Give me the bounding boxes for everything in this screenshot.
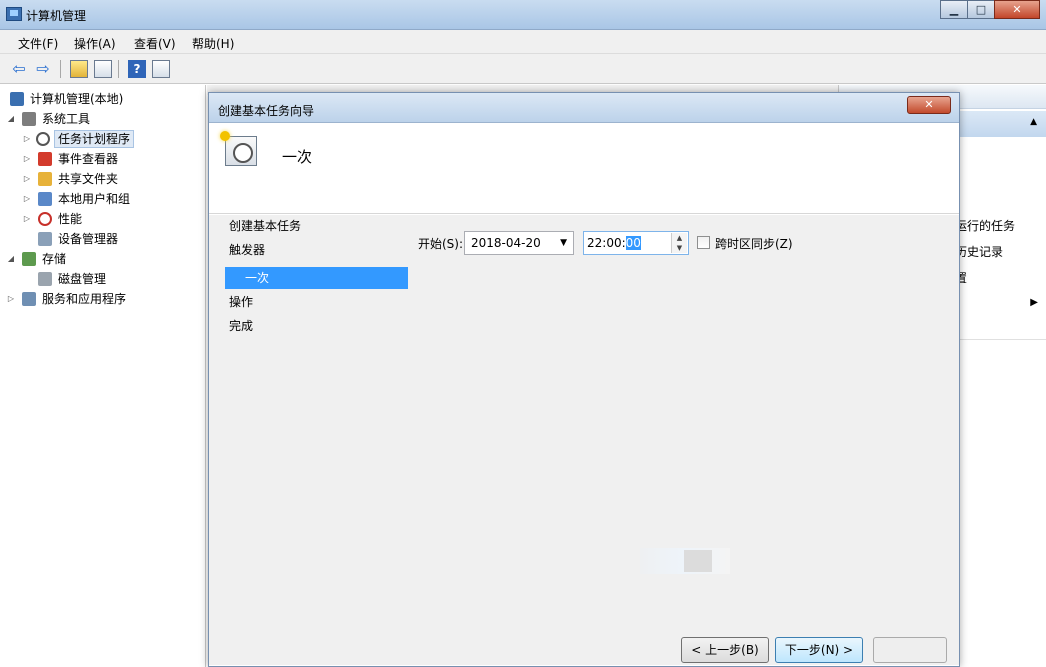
- folder-up-icon[interactable]: [70, 60, 88, 78]
- tree-item-system-tools[interactable]: ◢ 系统工具: [0, 109, 200, 129]
- tree-item-local-users-groups[interactable]: ▷ 本地用户和组: [0, 189, 200, 209]
- tree-item-label: 任务计划程序: [54, 130, 135, 148]
- clock-icon: [36, 132, 50, 146]
- tree-item-task-scheduler[interactable]: ▷ 任务计划程序: [0, 129, 200, 149]
- tree-item-storage[interactable]: ◢ 存储: [0, 249, 200, 269]
- users-icon: [38, 192, 52, 206]
- create-basic-task-wizard: 创建基本任务向导 ✕ 一次 创建基本任务 触发器 一次 操作 完成 开始(S):…: [208, 92, 960, 667]
- task-clock-icon: [220, 131, 257, 166]
- help-icon[interactable]: ?: [128, 60, 146, 78]
- collapse-up-icon[interactable]: ▲: [1030, 117, 1037, 127]
- tree-item-label: 服务和应用程序: [42, 292, 127, 306]
- dialog-titlebar: 创建基本任务向导 ✕: [209, 93, 959, 123]
- computer-management-icon: [6, 7, 22, 21]
- sync-timezone-checkbox[interactable]: [697, 236, 710, 249]
- expand-arrow-icon[interactable]: ▷: [22, 209, 32, 229]
- start-time-input[interactable]: 22:00:00 ▲ ▼: [583, 231, 689, 255]
- action-running-tasks[interactable]: 运行的任务: [955, 217, 1015, 234]
- toolbar-separator: [60, 60, 61, 78]
- expand-arrow-icon[interactable]: ▷: [22, 129, 32, 149]
- window-title: 计算机管理: [26, 9, 87, 23]
- window-controls: ▁ □ ✕: [940, 0, 1040, 19]
- toolbar: ⇦ ⇨ ?: [0, 54, 1046, 84]
- tree-item-label: 设备管理器: [58, 232, 119, 246]
- expand-arrow-icon[interactable]: ▷: [6, 289, 16, 309]
- window-titlebar: 计算机管理 ▁ □ ✕: [0, 0, 1046, 30]
- submenu-arrow-icon[interactable]: ▶: [1030, 297, 1038, 308]
- tree-item-computer-management[interactable]: 计算机管理(本地): [0, 89, 200, 109]
- actions-divider: [955, 339, 1046, 340]
- action-history[interactable]: 历史记录: [955, 243, 1003, 260]
- maximize-button[interactable]: □: [967, 0, 995, 19]
- forward-arrow-icon[interactable]: ⇨: [34, 60, 52, 78]
- step-create-basic-task[interactable]: 创建基本任务: [209, 215, 409, 237]
- obscured-region: [640, 548, 730, 574]
- next-button[interactable]: 下一步(N) >: [775, 637, 863, 663]
- cancel-button[interactable]: [873, 637, 947, 663]
- disk-icon: [38, 272, 52, 286]
- performance-icon: [38, 212, 52, 226]
- tree-item-device-manager[interactable]: 设备管理器: [0, 229, 200, 249]
- tree-item-label: 磁盘管理: [58, 272, 107, 286]
- minimize-button[interactable]: ▁: [940, 0, 968, 19]
- menu-action[interactable]: 操作(A): [74, 35, 116, 52]
- event-viewer-icon: [38, 152, 52, 166]
- wizard-content: 开始(S): 2018-04-20 ▼ 22:00:00 ▲ ▼ 跨时区同步(Z)…: [409, 215, 959, 665]
- dialog-heading: 一次: [282, 148, 313, 166]
- expand-arrow-icon[interactable]: ▷: [22, 189, 32, 209]
- step-action[interactable]: 操作: [209, 291, 409, 313]
- menu-view[interactable]: 查看(V): [134, 35, 176, 52]
- tools-icon: [22, 112, 36, 126]
- menu-help[interactable]: 帮助(H): [192, 35, 234, 52]
- dialog-header: 一次: [209, 124, 959, 214]
- tree-item-disk-management[interactable]: 磁盘管理: [0, 269, 200, 289]
- services-icon: [22, 292, 36, 306]
- step-finish[interactable]: 完成: [209, 315, 409, 337]
- tree-item-label: 存储: [42, 252, 67, 266]
- computer-icon: [10, 92, 24, 106]
- tree-item-label: 事件查看器: [58, 152, 119, 166]
- tree-item-shared-folders[interactable]: ▷ 共享文件夹: [0, 169, 200, 189]
- start-date-value: 2018-04-20: [471, 236, 541, 250]
- show-action-pane-icon[interactable]: [152, 60, 170, 78]
- expand-arrow-icon[interactable]: ▷: [22, 169, 32, 189]
- tree-item-label: 本地用户和组: [58, 192, 131, 206]
- collapse-arrow-icon[interactable]: ◢: [6, 249, 16, 269]
- time-prefix: 22:00:: [587, 236, 626, 250]
- tree-item-label: 共享文件夹: [58, 172, 119, 186]
- wizard-steps: 创建基本任务 触发器 一次 操作 完成: [209, 215, 409, 665]
- toolbar-separator: [118, 60, 119, 78]
- device-manager-icon: [38, 232, 52, 246]
- menu-bar: 文件(F) 操作(A) 查看(V) 帮助(H): [0, 30, 1046, 54]
- start-date-picker[interactable]: 2018-04-20 ▼: [464, 231, 574, 255]
- dialog-close-button[interactable]: ✕: [907, 96, 951, 114]
- tree-item-label: 性能: [58, 212, 83, 226]
- show-hide-tree-icon[interactable]: [94, 60, 112, 78]
- tree-item-label: 计算机管理(本地): [30, 92, 124, 106]
- step-one-time[interactable]: 一次: [225, 267, 408, 289]
- tree-item-label: 系统工具: [42, 112, 91, 126]
- expand-arrow-icon[interactable]: ▷: [22, 149, 32, 169]
- back-button[interactable]: < 上一步(B): [681, 637, 769, 663]
- tree-item-services-applications[interactable]: ▷ 服务和应用程序: [0, 289, 200, 309]
- collapse-arrow-icon[interactable]: ◢: [6, 109, 16, 129]
- dialog-title: 创建基本任务向导: [218, 104, 315, 118]
- navigation-tree: 计算机管理(本地) ◢ 系统工具 ▷ 任务计划程序 ▷ 事件查看器 ▷ 共享文件…: [0, 85, 206, 667]
- start-label: 开始(S):: [418, 237, 464, 251]
- tree-item-event-viewer[interactable]: ▷ 事件查看器: [0, 149, 200, 169]
- sync-timezone-label: 跨时区同步(Z): [715, 237, 793, 251]
- time-spinner[interactable]: ▲ ▼: [671, 233, 687, 253]
- menu-file[interactable]: 文件(F): [18, 35, 58, 52]
- back-arrow-icon[interactable]: ⇦: [10, 60, 28, 78]
- time-selected-seconds: 00: [625, 236, 641, 250]
- chevron-down-icon[interactable]: ▼: [560, 232, 567, 254]
- tree-item-performance[interactable]: ▷ 性能: [0, 209, 200, 229]
- step-trigger[interactable]: 触发器: [209, 239, 409, 261]
- close-button[interactable]: ✕: [994, 0, 1040, 19]
- storage-icon: [22, 252, 36, 266]
- shared-folder-icon: [38, 172, 52, 186]
